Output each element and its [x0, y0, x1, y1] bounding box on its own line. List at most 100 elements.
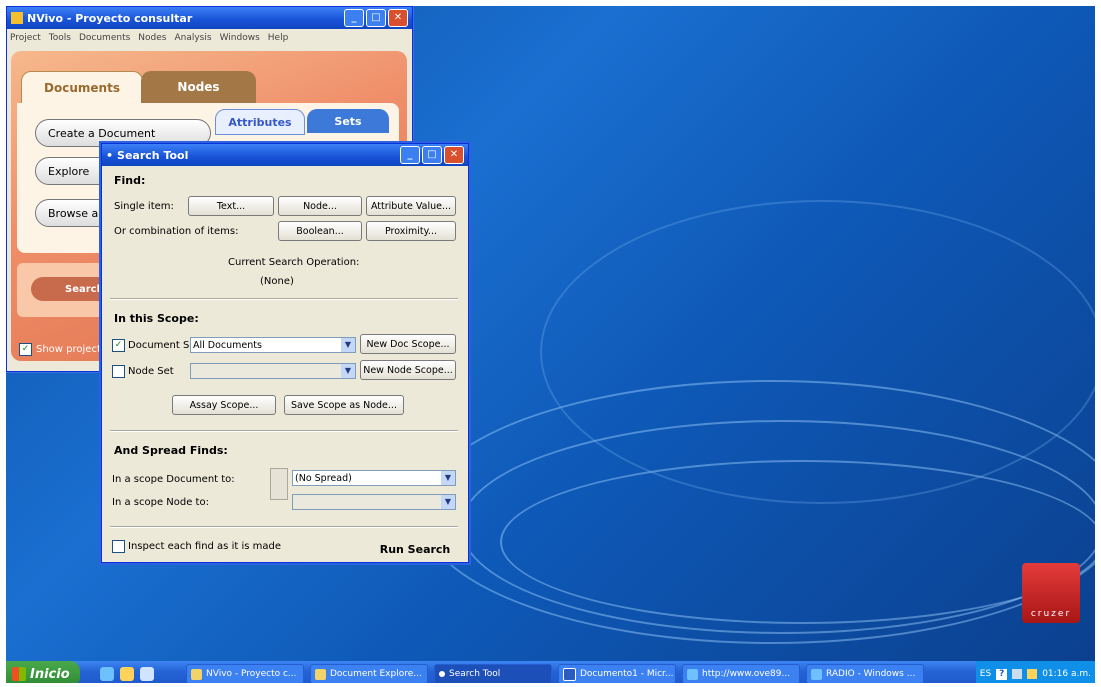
folder-icon — [315, 668, 326, 680]
network-icon[interactable] — [1012, 669, 1023, 679]
search-tool-dialog: • Search Tool _ □ ✕ Find: Single item: T… — [101, 143, 469, 563]
text-button[interactable]: Text... — [188, 196, 274, 216]
node-set-label: Node Set — [128, 366, 174, 377]
tab-nodes[interactable]: Nodes — [141, 71, 256, 103]
spread-node-label: In a scope Node to: — [112, 497, 209, 508]
maximize-button[interactable]: □ — [422, 146, 442, 164]
menu-nodes[interactable]: Nodes — [138, 33, 166, 43]
task-nvivo[interactable]: NVivo - Proyecto c... — [186, 664, 304, 684]
menu-analysis[interactable]: Analysis — [174, 33, 211, 43]
spread-document-value: (No Spread) — [295, 472, 352, 484]
spread-document-select[interactable]: (No Spread) ▼ — [292, 470, 456, 486]
close-button[interactable]: ✕ — [444, 146, 464, 164]
task-label: Document Explore... — [330, 669, 422, 679]
quick-launch — [100, 667, 180, 681]
screen-border — [0, 0, 6, 687]
current-op-value: (None) — [260, 276, 294, 287]
desktop-wave — [540, 200, 1101, 504]
dialog-icon: • — [106, 148, 114, 162]
menu-windows[interactable]: Windows — [220, 33, 260, 43]
nvivo-menubar: Project Tools Documents Nodes Analysis W… — [7, 29, 412, 47]
menu-help[interactable]: Help — [268, 33, 289, 43]
inspect-checkbox[interactable]: Inspect each find as it is made — [112, 540, 281, 553]
task-document-explorer[interactable]: Document Explore... — [310, 664, 428, 684]
boolean-button[interactable]: Boolean... — [278, 221, 362, 241]
task-label: http://www.ove89... — [702, 669, 791, 679]
task-documento1[interactable]: Documento1 - Micr... — [558, 664, 676, 684]
minimize-button[interactable]: _ — [400, 146, 420, 164]
minimize-button[interactable]: _ — [344, 9, 364, 27]
word-icon — [563, 667, 576, 681]
document-set-select[interactable]: All Documents ▼ — [190, 337, 356, 353]
nvivo-app-icon — [11, 12, 23, 24]
checkbox-icon: ✓ — [112, 339, 125, 352]
volume-icon[interactable] — [1027, 669, 1038, 679]
tab-documents[interactable]: Documents — [21, 71, 143, 105]
search-tool-titlebar[interactable]: • Search Tool _ □ ✕ — [102, 144, 468, 166]
combination-label: Or combination of items: — [114, 226, 239, 237]
task-label: Documento1 - Micr... — [580, 669, 674, 679]
spread-spinner[interactable] — [270, 468, 288, 500]
save-scope-as-node-button[interactable]: Save Scope as Node... — [284, 395, 404, 415]
current-op-label: Current Search Operation: — [228, 257, 360, 268]
language-indicator[interactable]: ES — [980, 669, 991, 679]
task-browser[interactable]: http://www.ove89... — [682, 664, 800, 684]
spread-node-select: ▼ — [292, 494, 456, 510]
cruzer-drive-icon[interactable]: cruzer — [1022, 563, 1080, 623]
task-label: RADIO - Windows ... — [826, 669, 916, 679]
screen-border — [0, 683, 1101, 687]
assay-scope-button[interactable]: Assay Scope... — [172, 395, 276, 415]
menu-documents[interactable]: Documents — [79, 33, 130, 43]
proximity-button[interactable]: Proximity... — [366, 221, 456, 241]
task-label: NVivo - Proyecto c... — [206, 669, 297, 679]
single-item-label: Single item: — [114, 201, 174, 212]
document-set-checkbox[interactable]: ✓ Document Set — [112, 339, 199, 352]
browser-icon[interactable] — [120, 667, 134, 681]
desktop-icon[interactable] — [140, 667, 154, 681]
checkbox-icon — [112, 365, 125, 378]
ie-icon[interactable] — [100, 667, 114, 681]
nvivo-title: NVivo - Proyecto consultar — [27, 11, 193, 25]
find-header: Find: — [114, 174, 146, 187]
spread-document-label: In a scope Document to: — [112, 474, 235, 485]
checkbox-icon — [112, 540, 125, 553]
close-button[interactable]: ✕ — [388, 9, 408, 27]
screen-border — [0, 0, 1101, 6]
menu-project[interactable]: Project — [10, 33, 41, 43]
start-label: Inicio — [30, 666, 70, 682]
ie-icon — [687, 668, 698, 680]
chevron-down-icon[interactable]: ▼ — [441, 471, 455, 485]
ie-icon — [811, 668, 822, 680]
node-button[interactable]: Node... — [278, 196, 362, 216]
task-search-tool[interactable]: Search Tool — [434, 664, 552, 684]
run-search-button[interactable]: Run Search — [374, 538, 456, 560]
divider — [110, 430, 458, 432]
node-set-checkbox[interactable]: Node Set — [112, 365, 174, 378]
tab-sets[interactable]: Sets — [307, 109, 389, 133]
document-set-value: All Documents — [193, 339, 262, 351]
nvivo-icon — [191, 668, 202, 680]
task-radio[interactable]: RADIO - Windows ... — [806, 664, 924, 684]
new-doc-scope-button[interactable]: New Doc Scope... — [360, 334, 456, 354]
nvivo-titlebar[interactable]: NVivo - Proyecto consultar _ □ ✕ — [7, 7, 412, 29]
checkbox-icon: ✓ — [19, 343, 32, 356]
attribute-value-button[interactable]: Attribute Value... — [366, 196, 456, 216]
search-tool-icon — [439, 671, 445, 677]
divider — [110, 298, 458, 300]
maximize-button[interactable]: □ — [366, 9, 386, 27]
tab-attributes[interactable]: Attributes — [215, 109, 305, 135]
chevron-down-icon[interactable]: ▼ — [341, 338, 355, 352]
screen-border — [1095, 0, 1101, 687]
clock[interactable]: 01:16 a.m. — [1042, 669, 1091, 679]
inspect-label: Inspect each find as it is made — [128, 541, 281, 552]
menu-tools[interactable]: Tools — [49, 33, 71, 43]
divider — [110, 526, 458, 528]
new-node-scope-button[interactable]: New Node Scope... — [360, 360, 456, 380]
scope-header: In this Scope: — [114, 312, 199, 325]
show-project-checkbox[interactable]: ✓ Show project — [19, 343, 101, 356]
task-label: Search Tool — [449, 669, 501, 679]
help-icon[interactable]: ? — [996, 668, 1008, 680]
chevron-down-icon: ▼ — [441, 495, 455, 509]
show-project-label: Show project — [36, 344, 101, 355]
dialog-title: Search Tool — [117, 148, 189, 162]
